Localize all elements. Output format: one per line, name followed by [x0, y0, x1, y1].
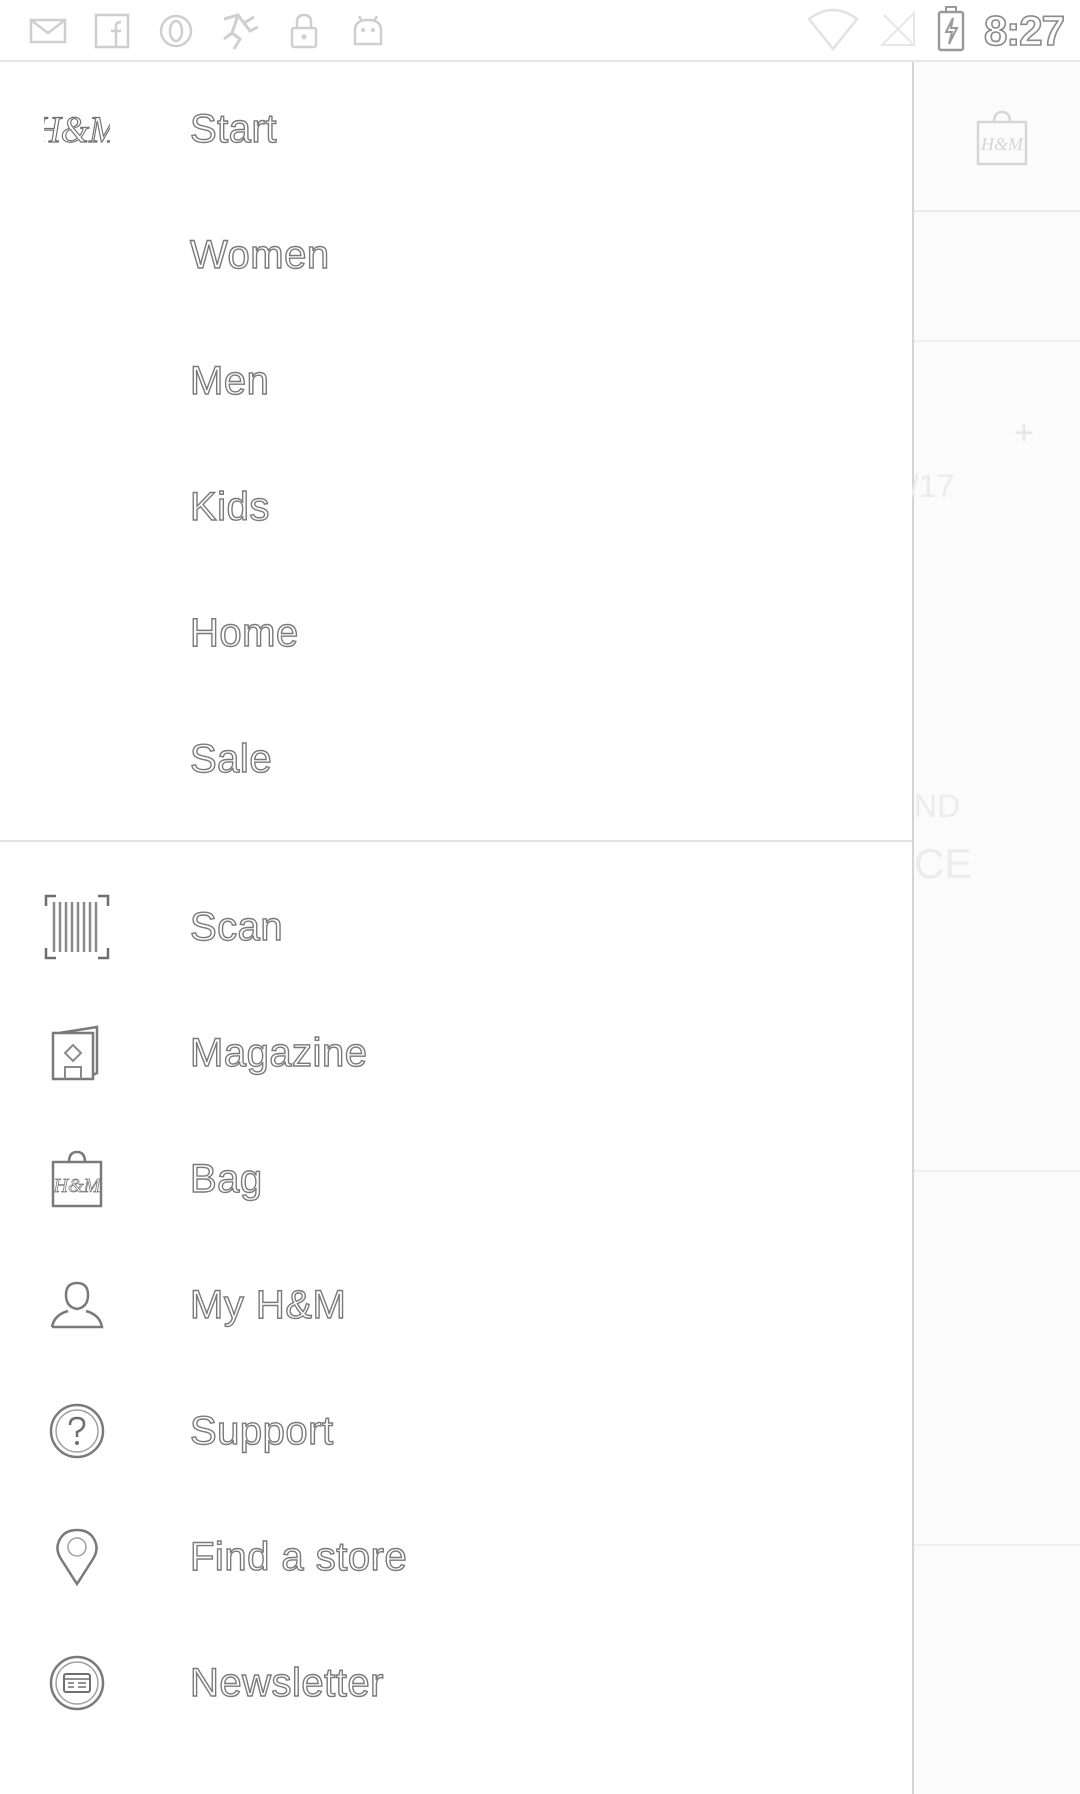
nav-item-sale[interactable]: Sale [0, 696, 912, 822]
help-icon [44, 1398, 110, 1464]
nav-label: Kids [189, 484, 270, 529]
opera-icon [154, 9, 198, 53]
nav-item-support[interactable]: Support [0, 1368, 912, 1494]
nav-label: Support [189, 1408, 334, 1453]
toolbar-divider [914, 210, 1080, 212]
bag-logo-text: H&M [53, 1175, 102, 1197]
location-pin-icon [44, 1524, 110, 1590]
notification-icons [26, 8, 390, 54]
android-icon [346, 9, 390, 53]
text-fragment: /17 [910, 468, 955, 504]
nav-item-my-hm[interactable]: My H&M [0, 1242, 912, 1368]
newsletter-icon [44, 1650, 110, 1716]
nav-label: Sale [189, 736, 273, 781]
text-fragment: CE [914, 840, 973, 887]
drawer-divider [0, 840, 912, 842]
plus-fragment: + [1014, 414, 1034, 452]
barcode-scan-icon [44, 894, 110, 960]
nav-item-newsletter[interactable]: Newsletter [0, 1620, 912, 1746]
nav-item-women[interactable]: Women [0, 192, 912, 318]
status-time: 8:27 [983, 6, 1066, 55]
divider [914, 1170, 1080, 1172]
bag-logo-text: H&M [980, 134, 1024, 154]
nav-label: Find a store [189, 1534, 408, 1579]
nav-label: Men [189, 358, 270, 403]
nav-item-kids[interactable]: Kids [0, 444, 912, 570]
nav-item-find-store[interactable]: Find a store [0, 1494, 912, 1620]
divider [914, 340, 1080, 342]
nav-label: Newsletter [189, 1660, 384, 1705]
shopping-bag-icon: H&M [44, 1146, 110, 1212]
nav-item-magazine[interactable]: Magazine [0, 990, 912, 1116]
nav-item-start[interactable]: H&M Start [0, 66, 912, 192]
battery-charging-icon [936, 5, 966, 57]
no-signal-icon [878, 9, 918, 54]
nav-item-home[interactable]: Home [0, 570, 912, 696]
divider [914, 1544, 1080, 1546]
text-fragment: ND [914, 788, 961, 824]
facebook-icon [90, 9, 134, 53]
nav-label: Bag [189, 1156, 263, 1201]
lock-icon [282, 9, 326, 53]
nav-label: Home [189, 610, 299, 655]
magazine-icon [44, 1020, 110, 1086]
hm-logo-text: H&M [44, 110, 110, 150]
runner-icon [218, 9, 262, 53]
nav-label: Women [189, 232, 330, 277]
screen: 8:27 H&M + /17 ND CE H&M Start Women Men [0, 0, 1080, 1794]
nav-label: My H&M [189, 1282, 347, 1327]
nav-item-bag[interactable]: H&M Bag [0, 1116, 912, 1242]
navigation-drawer: H&M Start Women Men Kids Home Sale Scan [0, 62, 912, 1794]
status-bar: 8:27 [0, 0, 1080, 62]
hm-logo-icon: H&M [44, 96, 110, 162]
user-icon [44, 1272, 110, 1338]
nav-label: Magazine [189, 1030, 368, 1075]
shopping-bag-icon[interactable]: H&M [974, 108, 1030, 168]
background-content: H&M + /17 ND CE [910, 62, 1080, 1794]
nav-item-men[interactable]: Men [0, 318, 912, 444]
nav-label: Scan [189, 904, 284, 949]
nav-item-scan[interactable]: Scan [0, 864, 912, 990]
nav-label: Start [189, 106, 277, 151]
email-icon [26, 9, 70, 53]
system-icons: 8:27 [806, 5, 1066, 57]
wifi-icon [806, 7, 860, 56]
